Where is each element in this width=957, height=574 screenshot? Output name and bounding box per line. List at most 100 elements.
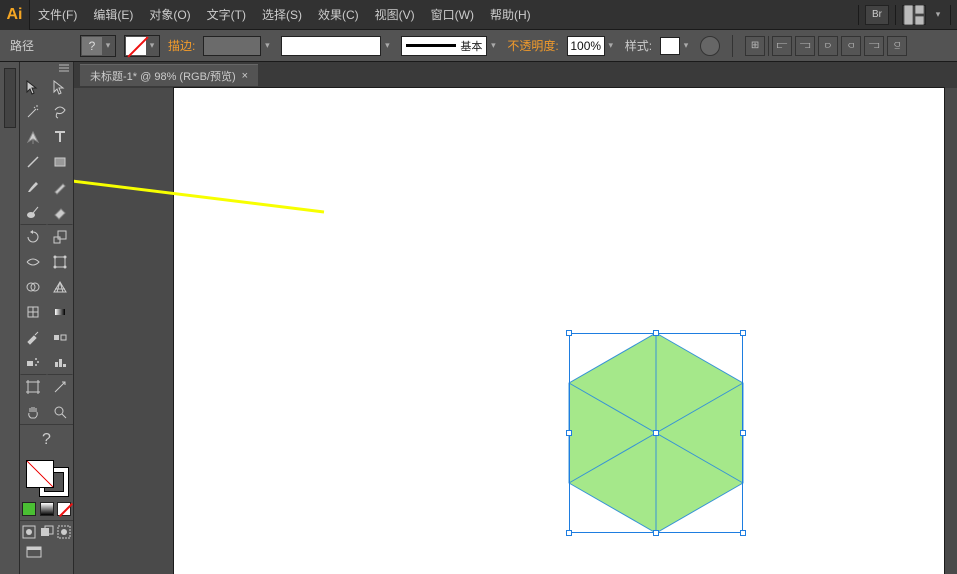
- bbox-handle-ml[interactable]: [566, 430, 572, 436]
- menu-select[interactable]: 选择(S): [254, 0, 310, 30]
- line-segment-tool[interactable]: [20, 149, 47, 174]
- perspective-grid-tool[interactable]: [47, 274, 74, 299]
- collapsed-panel-tab[interactable]: [4, 68, 16, 128]
- chevron-down-icon[interactable]: ▾: [932, 9, 944, 20]
- magic-wand-tool[interactable]: [20, 99, 47, 124]
- align-top-button[interactable]: ⫏: [841, 36, 861, 56]
- document-tab-bar: 未标题-1* @ 98% (RGB/预览) ×: [74, 62, 957, 88]
- tool-panel-grip[interactable]: [20, 62, 73, 74]
- chevron-down-icon[interactable]: ▾: [261, 40, 273, 51]
- menu-divider: [858, 5, 859, 25]
- chevron-down-icon[interactable]: ▾: [487, 40, 499, 51]
- bbox-handle-tl[interactable]: [566, 330, 572, 336]
- slice-tool[interactable]: [47, 374, 74, 399]
- chevron-down-icon[interactable]: ▾: [605, 40, 617, 51]
- opacity-label: 不透明度:: [507, 37, 558, 54]
- brush-profile-label: 基本: [460, 38, 482, 54]
- menu-effect[interactable]: 效果(C): [310, 0, 367, 30]
- mesh-tool[interactable]: [20, 299, 47, 324]
- scale-tool[interactable]: [47, 224, 74, 249]
- stroke-swatch[interactable]: ▾: [124, 35, 160, 57]
- pencil-tool[interactable]: [47, 174, 74, 199]
- arrange-docs-button[interactable]: [902, 5, 926, 25]
- top-right-group: Br ▾: [858, 5, 957, 25]
- screen-mode-row: [20, 520, 73, 542]
- gradient-mode-button[interactable]: [38, 498, 56, 520]
- bbox-handle-br[interactable]: [740, 530, 746, 536]
- bbox-handle-tr[interactable]: [740, 330, 746, 336]
- menu-view[interactable]: 视图(V): [367, 0, 423, 30]
- align-bottom-button[interactable]: ⫑: [887, 36, 907, 56]
- lasso-tool[interactable]: [47, 99, 74, 124]
- bridge-button[interactable]: Br: [865, 5, 889, 25]
- direct-selection-tool[interactable]: [47, 74, 74, 99]
- gradient-tool[interactable]: [47, 299, 74, 324]
- menu-window[interactable]: 窗口(W): [423, 0, 482, 30]
- type-tool[interactable]: [47, 124, 74, 149]
- align-left-button[interactable]: ⫍: [772, 36, 792, 56]
- draw-normal-button[interactable]: [20, 521, 38, 542]
- align-hcenter-button[interactable]: ⫎: [795, 36, 815, 56]
- tool-panel: ?: [20, 62, 74, 574]
- fill-swatch[interactable]: ? ▾: [80, 35, 116, 57]
- recolor-button[interactable]: [700, 36, 720, 56]
- selection-bounding-box[interactable]: [569, 333, 743, 533]
- menu-edit[interactable]: 编辑(E): [85, 0, 141, 30]
- none-mode-button[interactable]: [55, 498, 73, 520]
- close-icon[interactable]: ×: [242, 70, 248, 82]
- eyedropper-tool[interactable]: [20, 324, 47, 349]
- artboard-tool[interactable]: [20, 374, 47, 399]
- align-right-button[interactable]: ⫐: [818, 36, 838, 56]
- zoom-tool[interactable]: [47, 399, 74, 424]
- canvas-svg: [174, 88, 944, 574]
- graphic-style-swatch[interactable]: [660, 37, 680, 55]
- blob-brush-tool[interactable]: [20, 199, 47, 224]
- chevron-down-icon[interactable]: ▾: [381, 40, 393, 51]
- control-divider: [732, 35, 733, 57]
- bbox-handle-tc[interactable]: [653, 330, 659, 336]
- left-dock[interactable]: [0, 62, 20, 574]
- menu-file[interactable]: 文件(F): [30, 0, 85, 30]
- bbox-center-icon: [653, 430, 659, 436]
- free-transform-tool[interactable]: [47, 249, 74, 274]
- rotate-tool[interactable]: [20, 224, 47, 249]
- opacity-field[interactable]: 100%: [567, 36, 605, 56]
- rectangle-tool[interactable]: [47, 149, 74, 174]
- fill-color-icon[interactable]: [26, 460, 54, 488]
- blend-tool[interactable]: [47, 324, 74, 349]
- eraser-tool[interactable]: [47, 199, 74, 224]
- fill-stroke-controls[interactable]: [20, 454, 73, 498]
- width-tool[interactable]: [20, 249, 47, 274]
- selection-tool[interactable]: [20, 74, 47, 99]
- artboard[interactable]: [174, 88, 944, 574]
- color-mode-button[interactable]: [20, 498, 38, 520]
- pen-tool[interactable]: [20, 124, 47, 149]
- chevron-down-icon: ▾: [146, 40, 158, 51]
- no-stroke-icon: [126, 37, 146, 55]
- shape-builder-tool[interactable]: [20, 274, 47, 299]
- menu-object[interactable]: 对象(O): [141, 0, 198, 30]
- align-button[interactable]: ⊞: [745, 36, 765, 56]
- brush-definition[interactable]: 基本: [401, 36, 487, 56]
- bbox-handle-bc[interactable]: [653, 530, 659, 536]
- hand-tool[interactable]: [20, 399, 47, 424]
- chevron-down-icon: ▾: [102, 40, 114, 51]
- stroke-weight-field[interactable]: [203, 36, 261, 56]
- bbox-handle-mr[interactable]: [740, 430, 746, 436]
- document-tab[interactable]: 未标题-1* @ 98% (RGB/预览) ×: [80, 64, 258, 86]
- symbol-sprayer-tool[interactable]: [20, 349, 47, 374]
- menu-type[interactable]: 文字(T): [199, 0, 254, 30]
- draw-behind-button[interactable]: [38, 521, 56, 542]
- paintbrush-tool[interactable]: [20, 174, 47, 199]
- menu-help[interactable]: 帮助(H): [482, 0, 539, 30]
- style-label: 样式:: [625, 37, 652, 54]
- column-graph-tool[interactable]: [47, 349, 74, 374]
- chevron-down-icon[interactable]: ▾: [680, 40, 692, 51]
- screen-mode-button[interactable]: [20, 542, 73, 564]
- bbox-handle-bl[interactable]: [566, 530, 572, 536]
- menu-bar: Ai 文件(F) 编辑(E) 对象(O) 文字(T) 选择(S) 效果(C) 视…: [0, 0, 957, 30]
- align-vcenter-button[interactable]: ⫎: [864, 36, 884, 56]
- draw-inside-button[interactable]: [55, 521, 73, 542]
- tool-help[interactable]: ?: [20, 424, 73, 454]
- variable-width-profile[interactable]: [281, 36, 381, 56]
